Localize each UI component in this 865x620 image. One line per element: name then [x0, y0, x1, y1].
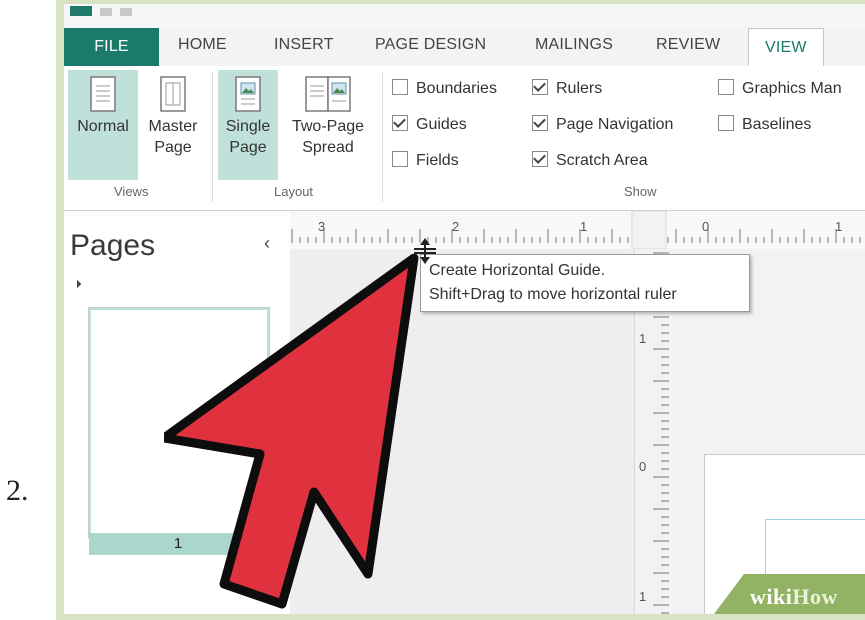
ruler-label: 2 [452, 219, 459, 234]
ruler-label: 1 [639, 331, 646, 346]
screenshot-frame: FILE HOME INSERT PAGE DESIGN MAILINGS RE… [56, 0, 865, 620]
tab-home[interactable]: HOME [178, 36, 227, 54]
baselines-checkbox[interactable]: Baselines [718, 114, 811, 136]
scratch-area-checkbox[interactable]: Scratch Area [532, 150, 648, 172]
two-page-spread-icon [305, 76, 351, 112]
normal-view-button[interactable]: Normal [68, 70, 138, 180]
ruler-origin-box [631, 210, 667, 250]
horizontal-ruler[interactable]: 3 2 1 0 1 [290, 210, 865, 250]
page-navigation-checkbox[interactable]: Page Navigation [532, 114, 673, 136]
checkbox-box[interactable] [392, 79, 408, 95]
ruler-label: 0 [639, 459, 646, 474]
group-label-views: Views [114, 184, 149, 199]
master-page-button[interactable]: Master Page [140, 70, 206, 180]
ruler-label: 3 [318, 219, 325, 234]
collapse-pane-icon[interactable]: ‹ [264, 233, 270, 254]
single-page-icon [235, 76, 261, 112]
step-number: 2. [6, 474, 29, 507]
group-label-show: Show [624, 184, 657, 199]
tab-file[interactable]: FILE [64, 28, 159, 66]
baselines-label: Baselines [742, 116, 812, 133]
graphics-manager-label: Graphics Man [742, 80, 842, 97]
publisher-window: FILE HOME INSERT PAGE DESIGN MAILINGS RE… [64, 4, 865, 614]
two-page-label-2: Spread [302, 139, 354, 156]
tab-view[interactable]: VIEW [748, 28, 824, 67]
ruler-label: 1 [639, 589, 646, 604]
page-navigation-label: Page Navigation [556, 116, 674, 133]
undo-icon[interactable] [120, 8, 132, 16]
checkbox-box[interactable] [532, 151, 548, 167]
fields-checkbox[interactable]: Fields [392, 150, 459, 172]
checkbox-box[interactable] [392, 151, 408, 167]
two-page-spread-button[interactable]: Two-Page Spread [280, 70, 376, 180]
two-page-label-1: Two-Page [291, 118, 365, 135]
master-label-1: Master [148, 118, 198, 135]
tab-mailings[interactable]: MAILINGS [535, 36, 613, 54]
red-arrow-icon [164, 254, 419, 609]
scratch-area-label: Scratch Area [556, 152, 648, 169]
guides-label: Guides [416, 116, 467, 133]
checkbox-box[interactable] [718, 79, 734, 95]
wikihow-watermark: wikiHow [750, 584, 838, 610]
graphics-manager-checkbox[interactable]: Graphics Man [718, 78, 842, 100]
save-icon[interactable] [100, 8, 112, 16]
document-icon [90, 76, 116, 112]
checkbox-box[interactable] [718, 115, 734, 131]
horizontal-ruler-ticks: 3 2 1 0 1 [291, 210, 861, 250]
master-label-2: Page [154, 139, 192, 156]
group-label-layout: Layout [274, 184, 314, 199]
boundaries-label: Boundaries [416, 80, 497, 97]
tab-page-design[interactable]: PAGE DESIGN [375, 36, 486, 54]
checkbox-box[interactable] [532, 79, 548, 95]
normal-label: Normal [77, 118, 129, 135]
checkbox-box[interactable] [392, 115, 408, 131]
single-label-2: Page [229, 139, 267, 156]
ribbon-tabs: FILE HOME INSERT PAGE DESIGN MAILINGS RE… [64, 28, 865, 67]
rulers-label: Rulers [556, 80, 603, 97]
fields-label: Fields [416, 152, 459, 169]
ribbon-view: Normal Master Page Views Single Page Two… [64, 66, 865, 211]
group-separator [212, 72, 213, 202]
single-page-button[interactable]: Single Page [218, 70, 278, 180]
master-page-icon [160, 76, 186, 112]
publisher-logo-icon [70, 6, 92, 16]
expand-triangle-icon[interactable] [72, 279, 82, 289]
boundaries-checkbox[interactable]: Boundaries [392, 78, 497, 100]
watermark-wiki: wiki [750, 584, 793, 609]
guides-checkbox[interactable]: Guides [392, 114, 467, 136]
guide-line [765, 519, 865, 520]
pages-title: Pages [70, 229, 156, 262]
ruler-label: 1 [835, 219, 842, 234]
watermark-how: How [792, 584, 838, 609]
checkbox-box[interactable] [532, 115, 548, 131]
group-separator [382, 72, 383, 202]
single-label-1: Single [225, 118, 271, 135]
ruler-label: 1 [580, 219, 587, 234]
tab-insert[interactable]: INSERT [274, 36, 334, 54]
ruler-label: 0 [702, 219, 709, 234]
quick-access-toolbar [64, 4, 865, 28]
rulers-checkbox[interactable]: Rulers [532, 78, 602, 100]
tab-review[interactable]: REVIEW [656, 36, 720, 54]
